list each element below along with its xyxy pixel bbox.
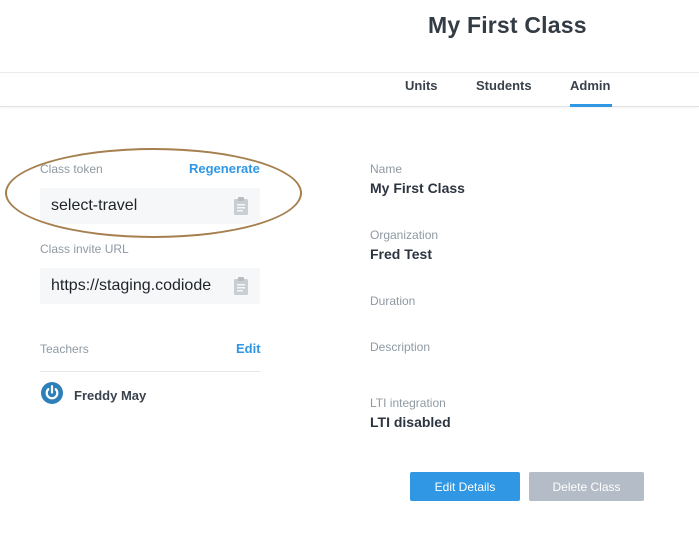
class-token-label: Class token — [40, 162, 103, 176]
active-tab-indicator — [570, 104, 612, 107]
duration-label: Duration — [370, 294, 416, 308]
organization-value: Fred Test — [370, 246, 432, 262]
tab-admin[interactable]: Admin — [570, 78, 610, 93]
invite-url-field — [40, 268, 260, 304]
name-label: Name — [370, 162, 403, 176]
class-token-input[interactable] — [40, 188, 228, 224]
tab-students[interactable]: Students — [476, 78, 532, 93]
lti-integration-value: LTI disabled — [370, 414, 451, 430]
clipboard-icon[interactable] — [233, 276, 249, 296]
divider — [40, 371, 260, 372]
lti-integration-label: LTI integration — [370, 396, 446, 410]
organization-label: Organization — [370, 228, 439, 242]
delete-class-button[interactable]: Delete Class — [529, 472, 644, 501]
edit-details-button[interactable]: Edit Details — [410, 472, 520, 501]
tab-units[interactable]: Units — [405, 78, 438, 93]
power-icon — [41, 382, 63, 404]
edit-teachers-link[interactable]: Edit — [236, 341, 261, 356]
name-value: My First Class — [370, 180, 465, 196]
teachers-label: Teachers — [40, 342, 89, 356]
page-title: My First Class — [428, 12, 587, 38]
invite-url-input[interactable] — [40, 268, 228, 304]
regenerate-link[interactable]: Regenerate — [189, 161, 260, 176]
clipboard-icon[interactable] — [233, 196, 249, 216]
tab-bar: Units Students Admin — [0, 72, 699, 107]
teacher-name: Freddy May — [74, 388, 147, 403]
description-label: Description — [370, 340, 431, 354]
class-token-field — [40, 188, 260, 224]
invite-url-label: Class invite URL — [40, 242, 129, 256]
